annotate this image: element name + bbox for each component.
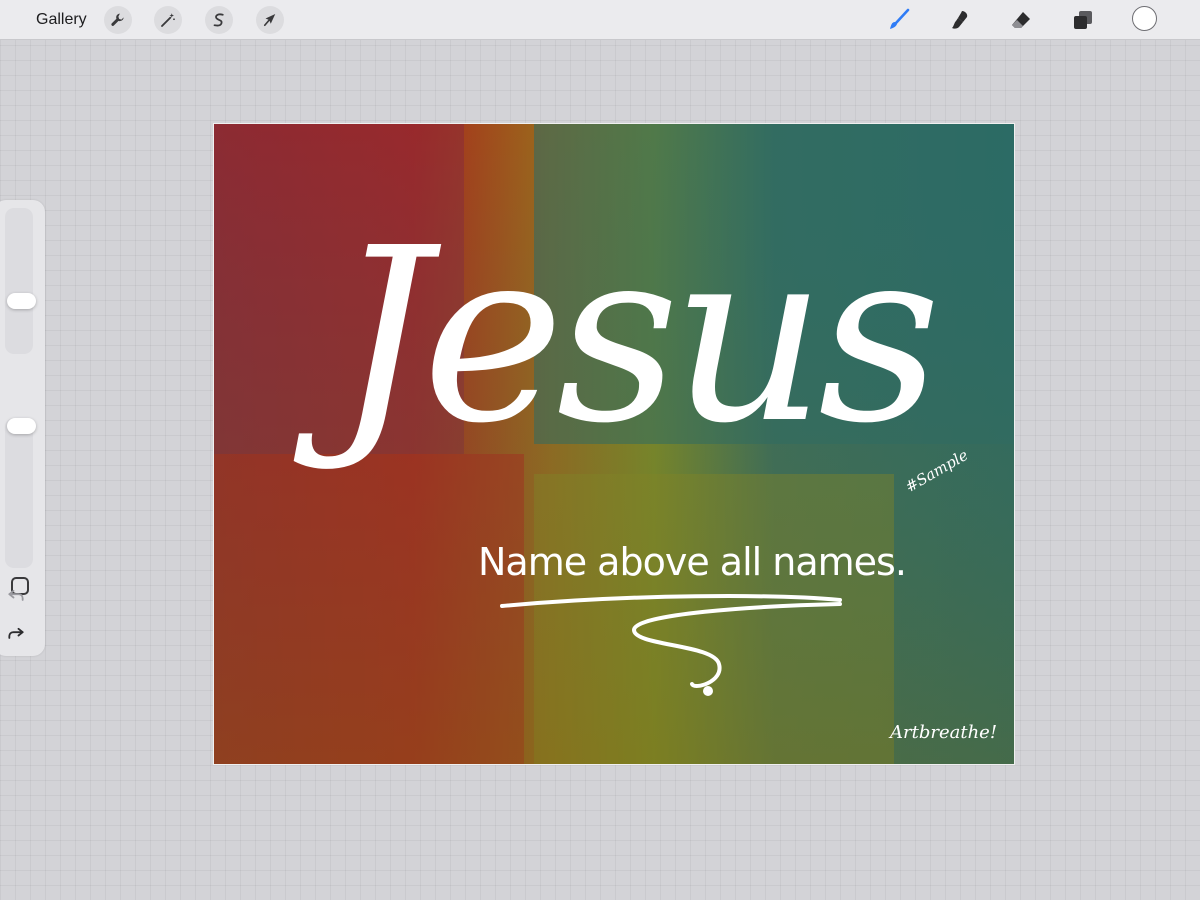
wrench-icon [111, 13, 124, 26]
actions-button[interactable] [104, 6, 132, 34]
selection-button[interactable] [205, 6, 233, 34]
magic-wand-icon [161, 13, 175, 27]
selection-s-icon [213, 13, 224, 27]
underline-flourish [500, 594, 842, 696]
transform-button[interactable] [256, 6, 284, 34]
artist-signature: Artbreathe! [890, 722, 998, 743]
layers-button[interactable] [1068, 5, 1098, 35]
arrow-cursor-icon [263, 14, 276, 27]
brush-size-knob[interactable] [7, 292, 36, 309]
top-toolbar: Gallery [0, 0, 1200, 40]
side-toolbar [0, 200, 45, 656]
smudge-icon [952, 11, 968, 29]
gallery-button[interactable]: Gallery [30, 9, 93, 31]
brush-size-slider[interactable] [5, 208, 33, 354]
brush-tool-button[interactable] [884, 5, 914, 35]
undo-icon[interactable] [6, 585, 26, 605]
artwork-canvas[interactable]: Jesus Name above all names. #Sample Artb… [214, 124, 1014, 764]
brush-icon [890, 8, 910, 29]
opacity-slider[interactable] [5, 418, 33, 568]
layers-icon [1074, 11, 1092, 29]
redo-icon[interactable] [6, 623, 26, 643]
color-picker-button[interactable] [1132, 6, 1157, 31]
smudge-tool-button[interactable] [945, 5, 975, 35]
adjustments-button[interactable] [154, 6, 182, 34]
eraser-icon [1012, 12, 1030, 28]
eraser-tool-button[interactable] [1006, 5, 1036, 35]
opacity-knob[interactable] [7, 418, 36, 434]
